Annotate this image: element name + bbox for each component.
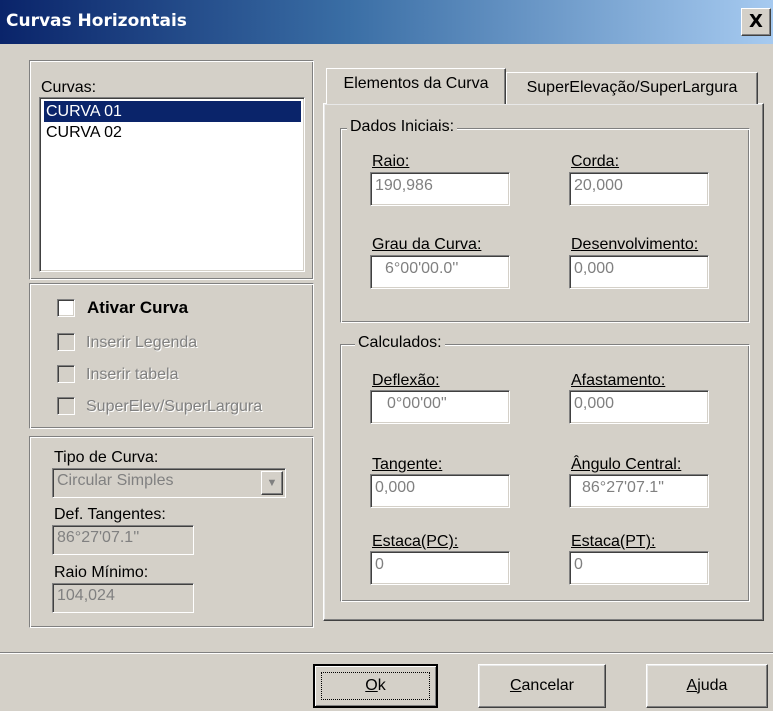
focus-rect: [321, 672, 430, 700]
window-title: Curvas Horizontais: [6, 11, 187, 31]
dropdown-arrow-icon[interactable]: ▼: [261, 471, 283, 495]
dados-iniciais-caption: Dados Iniciais:: [347, 118, 458, 136]
raio-minimo-label: Raio Mínimo:: [54, 564, 149, 581]
tipo-curva-label: Tipo de Curva:: [54, 449, 159, 466]
curves-label: Curvas:: [41, 79, 97, 96]
cancelar-label-rest: ancelar: [521, 677, 575, 694]
close-icon[interactable]: X: [741, 8, 771, 36]
deflexao-label: Deflexão:: [372, 372, 440, 389]
raio-label: Raio:: [372, 153, 410, 170]
grau-curva-field[interactable]: 6°00'00.0'': [370, 255, 510, 289]
cancelar-accel: C: [509, 677, 522, 694]
estaca-pt-label: Estaca(PT):: [571, 533, 656, 550]
ativar-curva-label[interactable]: Ativar Curva: [87, 298, 188, 318]
desenvolvimento-label: Desenvolvimento:: [571, 236, 699, 253]
ajuda-label-rest: juda: [697, 677, 728, 694]
inserir-tabela-label[interactable]: Inserir tabela: [86, 366, 179, 384]
angulo-central-field[interactable]: 86°27'07.1": [569, 474, 709, 508]
corda-field[interactable]: 20,000: [569, 172, 709, 206]
def-tangentes-field[interactable]: 86°27'07.1'': [52, 525, 194, 555]
ajuda-button[interactable]: Ajuda: [646, 664, 768, 708]
button-divider: [0, 652, 773, 654]
estaca-pt-field[interactable]: 0: [569, 551, 709, 585]
superelev-checkbox[interactable]: [57, 397, 75, 415]
raio-minimo-field[interactable]: 104,024: [52, 583, 194, 613]
tab-elementos-da-curva[interactable]: Elementos da Curva: [326, 68, 506, 104]
tangente-label: Tangente:: [372, 456, 443, 473]
afastamento-label: Afastamento:: [571, 372, 666, 389]
list-item[interactable]: CURVA 01: [44, 101, 301, 122]
raio-field[interactable]: 190,986: [370, 172, 510, 206]
def-tangentes-label: Def. Tangentes:: [54, 506, 166, 523]
estaca-pc-label: Estaca(PC):: [372, 533, 459, 550]
inserir-tabela-checkbox[interactable]: [57, 365, 75, 383]
afastamento-field[interactable]: 0,000: [569, 390, 709, 424]
ok-button[interactable]: Ok: [313, 664, 438, 708]
cancelar-button[interactable]: Cancelar: [478, 664, 606, 708]
angulo-central-label: Ângulo Central:: [571, 456, 682, 473]
tangente-field[interactable]: 0,000: [370, 474, 510, 508]
calculados-caption: Calculados:: [355, 334, 445, 352]
ajuda-accel: A: [686, 677, 698, 694]
grau-curva-label: Grau da Curva:: [372, 236, 482, 253]
tab-superelevacao[interactable]: SuperElevação/SuperLargura: [506, 72, 758, 104]
desenvolvimento-field[interactable]: 0,000: [569, 255, 709, 289]
ativar-curva-checkbox[interactable]: [57, 299, 75, 317]
deflexao-field[interactable]: 0°00'00": [370, 390, 510, 424]
inserir-legenda-checkbox[interactable]: [57, 333, 75, 351]
tipo-curva-select[interactable]: Circular Simples: [52, 468, 286, 498]
corda-label: Corda:: [571, 153, 620, 170]
superelev-label[interactable]: SuperElev/SuperLargura: [86, 398, 262, 416]
estaca-pc-field[interactable]: 0: [370, 551, 510, 585]
inserir-legenda-label[interactable]: Inserir Legenda: [86, 334, 197, 352]
list-item[interactable]: CURVA 02: [44, 122, 301, 143]
curves-listbox[interactable]: CURVA 01 CURVA 02: [39, 97, 305, 272]
